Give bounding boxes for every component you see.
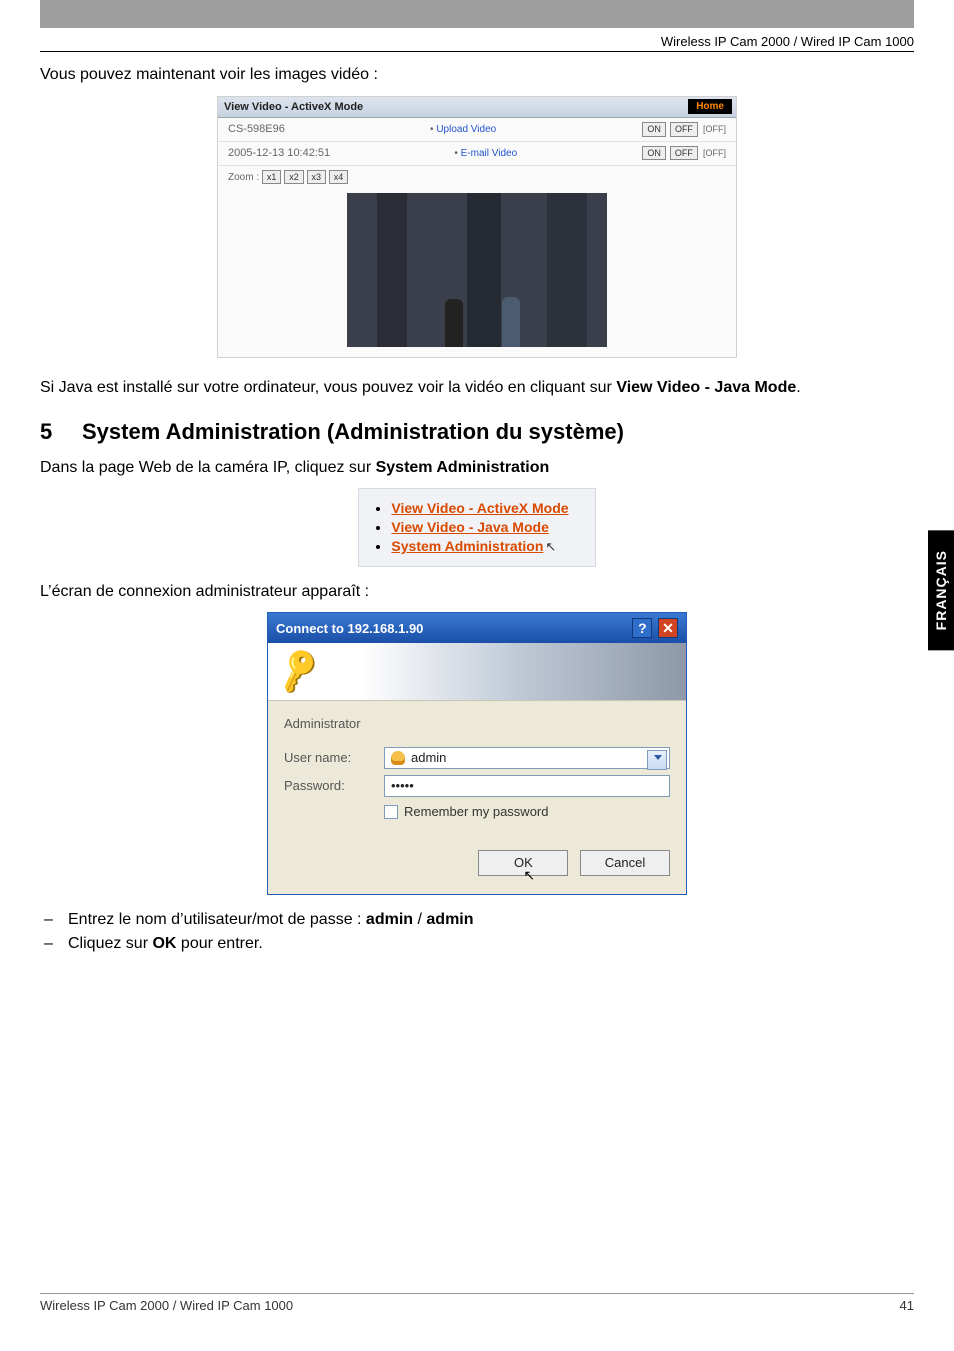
close-button[interactable]: ✕ (658, 618, 678, 638)
remember-label: Remember my password (404, 803, 549, 821)
video-preview (347, 193, 607, 347)
footer-left: Wireless IP Cam 2000 / Wired IP Cam 1000 (40, 1298, 293, 1313)
login-title: Connect to 192.168.1.90 (276, 620, 423, 638)
language-tab[interactable]: FRANÇAIS (928, 530, 954, 650)
login-titlebar: Connect to 192.168.1.90 ? ✕ (268, 613, 686, 643)
upload-video-link[interactable]: Upload Video (436, 124, 496, 135)
email-off-button[interactable]: OFF (670, 146, 698, 160)
login-group: Administrator (284, 715, 670, 733)
section-intro: Dans la page Web de la caméra IP, clique… (40, 457, 914, 479)
email-on-button[interactable]: ON (642, 146, 666, 160)
activex-title: View Video - ActiveX Mode (224, 101, 363, 113)
hand-cursor-icon: ↖ (545, 538, 556, 556)
username-value: admin (411, 749, 446, 767)
link-system-admin[interactable]: System Administration (391, 538, 543, 554)
instructions-list: Entrez le nom d’utilisateur/mot de passe… (40, 909, 914, 954)
password-label: Password: (284, 777, 384, 795)
home-button[interactable]: Home (688, 99, 732, 115)
upload-toggle: ON OFF [OFF] (641, 122, 726, 137)
email-video-link[interactable]: E-mail Video (461, 148, 518, 159)
zoom-x1[interactable]: x1 (262, 170, 282, 184)
zoom-x2[interactable]: x2 (284, 170, 304, 184)
password-field[interactable]: ••••• (384, 775, 670, 797)
header-product: Wireless IP Cam 2000 / Wired IP Cam 1000 (0, 28, 954, 51)
activex-timestamp: 2005-12-13 10:42:51 (228, 146, 330, 161)
email-off-status: [OFF] (703, 148, 726, 158)
intro-text: Vous pouvez maintenant voir les images v… (40, 64, 914, 86)
help-button[interactable]: ? (632, 618, 652, 638)
login-banner: 🔑 (268, 643, 686, 701)
zoom-x3[interactable]: x3 (307, 170, 327, 184)
footer-page: 41 (900, 1298, 914, 1313)
ok-button[interactable]: OK ↖ (478, 850, 568, 876)
zoom-row: Zoom : x1 x2 x3 x4 (218, 166, 736, 189)
password-value: ••••• (391, 777, 414, 795)
link-list-panel: View Video - ActiveX Mode View Video - J… (358, 488, 595, 567)
zoom-label: Zoom : (228, 172, 259, 183)
section-number: 5 (40, 417, 82, 447)
header-rule (40, 51, 914, 52)
zoom-x4[interactable]: x4 (329, 170, 349, 184)
user-icon (391, 751, 405, 765)
keys-icon: 🔑 (271, 644, 326, 702)
remember-checkbox[interactable] (384, 805, 398, 819)
link-view-java[interactable]: View Video - Java Mode (391, 519, 548, 535)
section-title: System Administration (Administration du… (82, 419, 624, 444)
camera-id: CS-598E96 (228, 122, 285, 137)
activex-panel: View Video - ActiveX Mode Home CS-598E96… (217, 96, 737, 358)
email-toggle: ON OFF [OFF] (641, 146, 726, 161)
footer: Wireless IP Cam 2000 / Wired IP Cam 1000… (40, 1293, 914, 1313)
login-dialog: Connect to 192.168.1.90 ? ✕ 🔑 Administra… (267, 612, 687, 895)
instruction-2: Cliquez sur OK pour entrer. (68, 933, 914, 955)
top-gray-bar (40, 0, 914, 28)
cancel-button[interactable]: Cancel (580, 850, 670, 876)
java-note: Si Java est installé sur votre ordinateu… (40, 377, 914, 399)
arrow-cursor-icon: ↖ (523, 866, 535, 885)
admin-screen-text: L’écran de connexion administrateur appa… (40, 581, 914, 603)
chevron-down-icon (654, 755, 662, 760)
username-field[interactable]: admin (384, 747, 670, 769)
upload-off-button[interactable]: OFF (670, 122, 698, 136)
section-heading: 5System Administration (Administration d… (40, 417, 914, 447)
username-label: User name: (284, 749, 384, 767)
link-view-activex[interactable]: View Video - ActiveX Mode (391, 500, 568, 516)
upload-off-status: [OFF] (703, 124, 726, 134)
instruction-1: Entrez le nom d’utilisateur/mot de passe… (68, 909, 914, 931)
activex-titlebar: View Video - ActiveX Mode Home (218, 97, 736, 119)
upload-on-button[interactable]: ON (642, 122, 666, 136)
remember-row: Remember my password (384, 803, 670, 821)
